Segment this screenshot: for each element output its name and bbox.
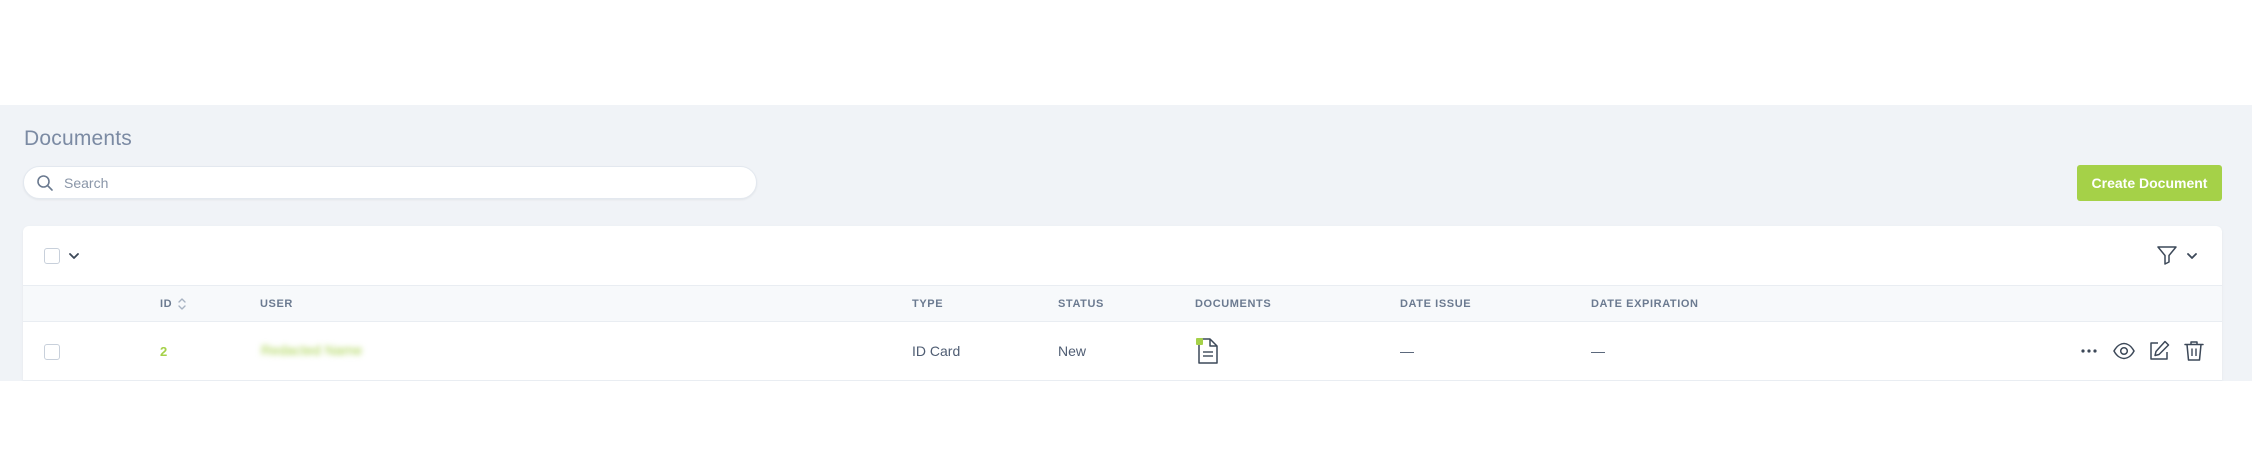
chevron-down-icon[interactable]	[2185, 249, 2199, 263]
trash-icon[interactable]	[2182, 339, 2206, 363]
document-status: New	[1058, 343, 1087, 359]
column-header-user: USER	[260, 298, 293, 310]
row-checkbox[interactable]	[44, 344, 60, 360]
search-box[interactable]	[23, 166, 757, 199]
create-document-button[interactable]: Create Document	[2077, 165, 2222, 201]
column-header-date-expiration: DATE EXPIRATION	[1591, 298, 1699, 310]
date-expiration-value: —	[1591, 343, 1605, 359]
filter-icon[interactable]	[2156, 244, 2178, 266]
user-name-link[interactable]: Redacted Name	[261, 342, 362, 358]
column-header-status: STATUS	[1058, 298, 1104, 310]
search-input[interactable]	[64, 167, 744, 198]
date-issue-value: —	[1400, 343, 1414, 359]
documents-page: Documents Create Document ID	[0, 105, 2252, 381]
search-icon	[37, 175, 53, 191]
page-title: Documents	[24, 127, 133, 150]
eye-icon[interactable]	[2112, 339, 2136, 363]
chevron-down-icon[interactable]	[67, 249, 81, 263]
document-id-link[interactable]: 2	[160, 344, 167, 359]
table-toolbar	[23, 226, 2222, 285]
column-header-type: TYPE	[912, 298, 944, 310]
documents-table-card: ID USER TYPE STATUS DOCUMENTS DATE ISSUE…	[23, 226, 2222, 381]
document-file-icon[interactable]	[1195, 337, 1221, 365]
column-header-documents: DOCUMENTS	[1195, 298, 1272, 310]
select-all-checkbox[interactable]	[44, 248, 60, 264]
table-header: ID USER TYPE STATUS DOCUMENTS DATE ISSUE…	[23, 285, 2222, 322]
sort-icon[interactable]	[177, 296, 187, 312]
page-footer-area	[0, 381, 2252, 454]
table-row: 2 Redacted Name ID Card New — —	[23, 322, 2222, 381]
column-header-id[interactable]: ID	[160, 298, 172, 310]
more-icon[interactable]	[2077, 339, 2101, 363]
top-bar	[0, 0, 2252, 105]
edit-icon[interactable]	[2147, 339, 2171, 363]
document-type: ID Card	[912, 343, 961, 359]
column-header-date-issue: DATE ISSUE	[1400, 298, 1472, 310]
